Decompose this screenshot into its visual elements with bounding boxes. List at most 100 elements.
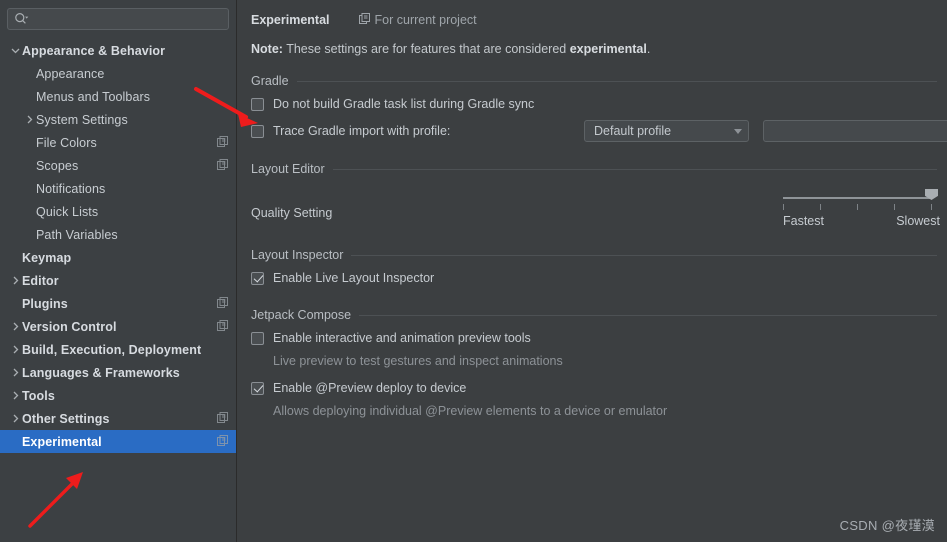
checkbox-row-preview-deploy[interactable]: Enable @Preview deploy to device bbox=[251, 376, 937, 400]
sidebar-item-appearance[interactable]: Appearance bbox=[0, 62, 236, 85]
slider-tick bbox=[783, 204, 784, 210]
sidebar-item-languages-frameworks[interactable]: Languages & Frameworks bbox=[0, 361, 236, 384]
sidebar-item-label: Plugins bbox=[22, 296, 68, 311]
sidebar-item-label: Menus and Toolbars bbox=[36, 89, 151, 104]
checkbox-label-enable-live-layout-inspector: Enable Live Layout Inspector bbox=[273, 271, 435, 285]
slider-max-label: Slowest bbox=[896, 214, 940, 228]
group-divider bbox=[359, 314, 937, 316]
sidebar-item-label: Build, Execution, Deployment bbox=[22, 342, 202, 357]
chevron-right-icon[interactable] bbox=[8, 322, 22, 331]
watermark: CSDN @夜瑾漠 bbox=[839, 518, 935, 533]
project-scope-icon bbox=[217, 296, 228, 311]
slider-tick bbox=[931, 204, 932, 210]
chevron-right-icon[interactable] bbox=[8, 414, 22, 423]
checkbox-enable-live-layout-inspector[interactable] bbox=[251, 271, 264, 285]
page-title: Experimental bbox=[251, 13, 330, 27]
sidebar-item-label: Notifications bbox=[36, 181, 106, 196]
sidebar-item-file-colors[interactable]: File Colors bbox=[0, 131, 236, 154]
quality-slider[interactable]: Fastest Slowest bbox=[783, 188, 940, 232]
slider-min-label: Fastest bbox=[783, 214, 824, 228]
chevron-down-icon[interactable] bbox=[8, 46, 22, 55]
slider-tick bbox=[857, 204, 858, 210]
sidebar-item-appearance-behavior[interactable]: Appearance & Behavior bbox=[0, 39, 236, 62]
sidebar-item-label: Appearance & Behavior bbox=[22, 43, 166, 58]
sidebar-item-plugins[interactable]: Plugins bbox=[0, 292, 236, 315]
checkbox-row-live-layout-inspector[interactable]: Enable Live Layout Inspector bbox=[251, 266, 937, 290]
sidebar-item-label: Appearance bbox=[36, 66, 105, 81]
sidebar-item-label: Other Settings bbox=[22, 411, 110, 426]
checkbox-row-no-task-list[interactable]: Do not build Gradle task list during Gra… bbox=[251, 92, 937, 116]
project-scope-icon bbox=[358, 13, 370, 27]
note-emphasis: experimental bbox=[569, 42, 647, 56]
group-jetpack-compose: Jetpack Compose bbox=[251, 308, 937, 322]
project-scope-icon bbox=[217, 411, 228, 426]
group-divider bbox=[351, 254, 937, 256]
trace-output-path-field[interactable] bbox=[763, 120, 947, 142]
sidebar-item-experimental[interactable]: Experimental bbox=[0, 430, 236, 453]
sidebar-item-notifications[interactable]: Notifications bbox=[0, 177, 236, 200]
checkbox-do-not-build-task-list[interactable] bbox=[251, 97, 264, 111]
group-divider bbox=[332, 168, 937, 170]
project-scope-icon bbox=[217, 135, 228, 150]
settings-tree: Appearance & Behavior Appearance Menus and… bbox=[0, 36, 236, 453]
slider-tick bbox=[820, 204, 821, 210]
checkbox-trace-gradle-import[interactable] bbox=[251, 124, 264, 138]
chevron-right-icon[interactable] bbox=[8, 391, 22, 400]
sidebar-item-tools[interactable]: Tools bbox=[0, 384, 236, 407]
sidebar-item-menus-and-toolbars[interactable]: Menus and Toolbars bbox=[0, 85, 236, 108]
search-box[interactable] bbox=[7, 8, 229, 30]
project-scope-label: For current project bbox=[374, 13, 477, 27]
sidebar-item-keymap[interactable]: Keymap bbox=[0, 246, 236, 269]
sidebar-item-build-execution-deployment[interactable]: Build, Execution, Deployment bbox=[0, 338, 236, 361]
chevron-down-icon bbox=[734, 128, 742, 134]
sidebar-item-label: Experimental bbox=[22, 434, 102, 449]
slider-track[interactable] bbox=[783, 197, 931, 199]
group-gradle: Gradle bbox=[251, 74, 937, 88]
note-body: These settings are for features that are… bbox=[282, 42, 570, 56]
profile-select[interactable]: Default profile bbox=[584, 120, 749, 142]
sidebar-item-label: Tools bbox=[22, 388, 55, 403]
checkbox-label-enable-preview-deploy: Enable @Preview deploy to device bbox=[273, 381, 467, 395]
project-scope-icon bbox=[217, 158, 228, 173]
sidebar-search-wrap bbox=[0, 0, 236, 36]
chevron-right-icon[interactable] bbox=[8, 345, 22, 354]
group-layout-inspector: Layout Inspector bbox=[251, 248, 937, 262]
sidebar-item-label: Scopes bbox=[36, 158, 79, 173]
settings-sidebar: Appearance & Behavior Appearance Menus and… bbox=[0, 0, 237, 542]
sidebar-item-path-variables[interactable]: Path Variables bbox=[0, 223, 236, 246]
project-scope-icon bbox=[217, 319, 228, 334]
checkbox-enable-interactive-preview[interactable] bbox=[251, 331, 264, 345]
project-scope-icon bbox=[217, 434, 228, 449]
sidebar-item-label: Languages & Frameworks bbox=[22, 365, 180, 380]
checkbox-label-trace-gradle-import: Trace Gradle import with profile: bbox=[273, 124, 451, 138]
note-suffix: . bbox=[646, 42, 651, 56]
sidebar-item-editor[interactable]: Editor bbox=[0, 269, 236, 292]
chevron-right-icon[interactable] bbox=[8, 368, 22, 377]
group-title-jetpack-compose: Jetpack Compose bbox=[251, 308, 352, 322]
settings-content: Experimental For current project Note: T… bbox=[237, 0, 947, 542]
project-scope-indicator: For current project bbox=[358, 13, 477, 27]
group-title-layout-editor: Layout Editor bbox=[251, 162, 325, 176]
checkbox-row-interactive-preview[interactable]: Enable interactive and animation preview… bbox=[251, 326, 937, 350]
sidebar-item-version-control[interactable]: Version Control bbox=[0, 315, 236, 338]
sidebar-item-label: Version Control bbox=[22, 319, 117, 334]
sidebar-item-other-settings[interactable]: Other Settings bbox=[0, 407, 236, 430]
checkbox-row-trace-gradle[interactable]: Trace Gradle import with profile: Defaul… bbox=[251, 118, 947, 144]
chevron-right-icon[interactable] bbox=[22, 115, 36, 124]
sidebar-item-scopes[interactable]: Scopes bbox=[0, 154, 236, 177]
content-header: Experimental For current project bbox=[251, 0, 937, 36]
sub-label-interactive-preview: Live preview to test gestures and inspec… bbox=[273, 354, 563, 368]
search-input[interactable] bbox=[29, 10, 222, 28]
group-title-gradle: Gradle bbox=[251, 74, 289, 88]
sidebar-item-label: Editor bbox=[22, 273, 59, 288]
profile-select-value: Default profile bbox=[594, 124, 672, 138]
chevron-right-icon[interactable] bbox=[8, 276, 22, 285]
checkbox-enable-preview-deploy[interactable] bbox=[251, 381, 264, 395]
sidebar-item-system-settings[interactable]: System Settings bbox=[0, 108, 236, 131]
group-layout-editor: Layout Editor bbox=[251, 162, 937, 176]
sidebar-item-quick-lists[interactable]: Quick Lists bbox=[0, 200, 236, 223]
group-divider bbox=[296, 80, 937, 82]
sidebar-item-label: Keymap bbox=[22, 250, 72, 265]
sidebar-item-label: System Settings bbox=[36, 112, 128, 127]
quality-setting-row: Quality Setting Fastest Slowest bbox=[251, 182, 940, 232]
